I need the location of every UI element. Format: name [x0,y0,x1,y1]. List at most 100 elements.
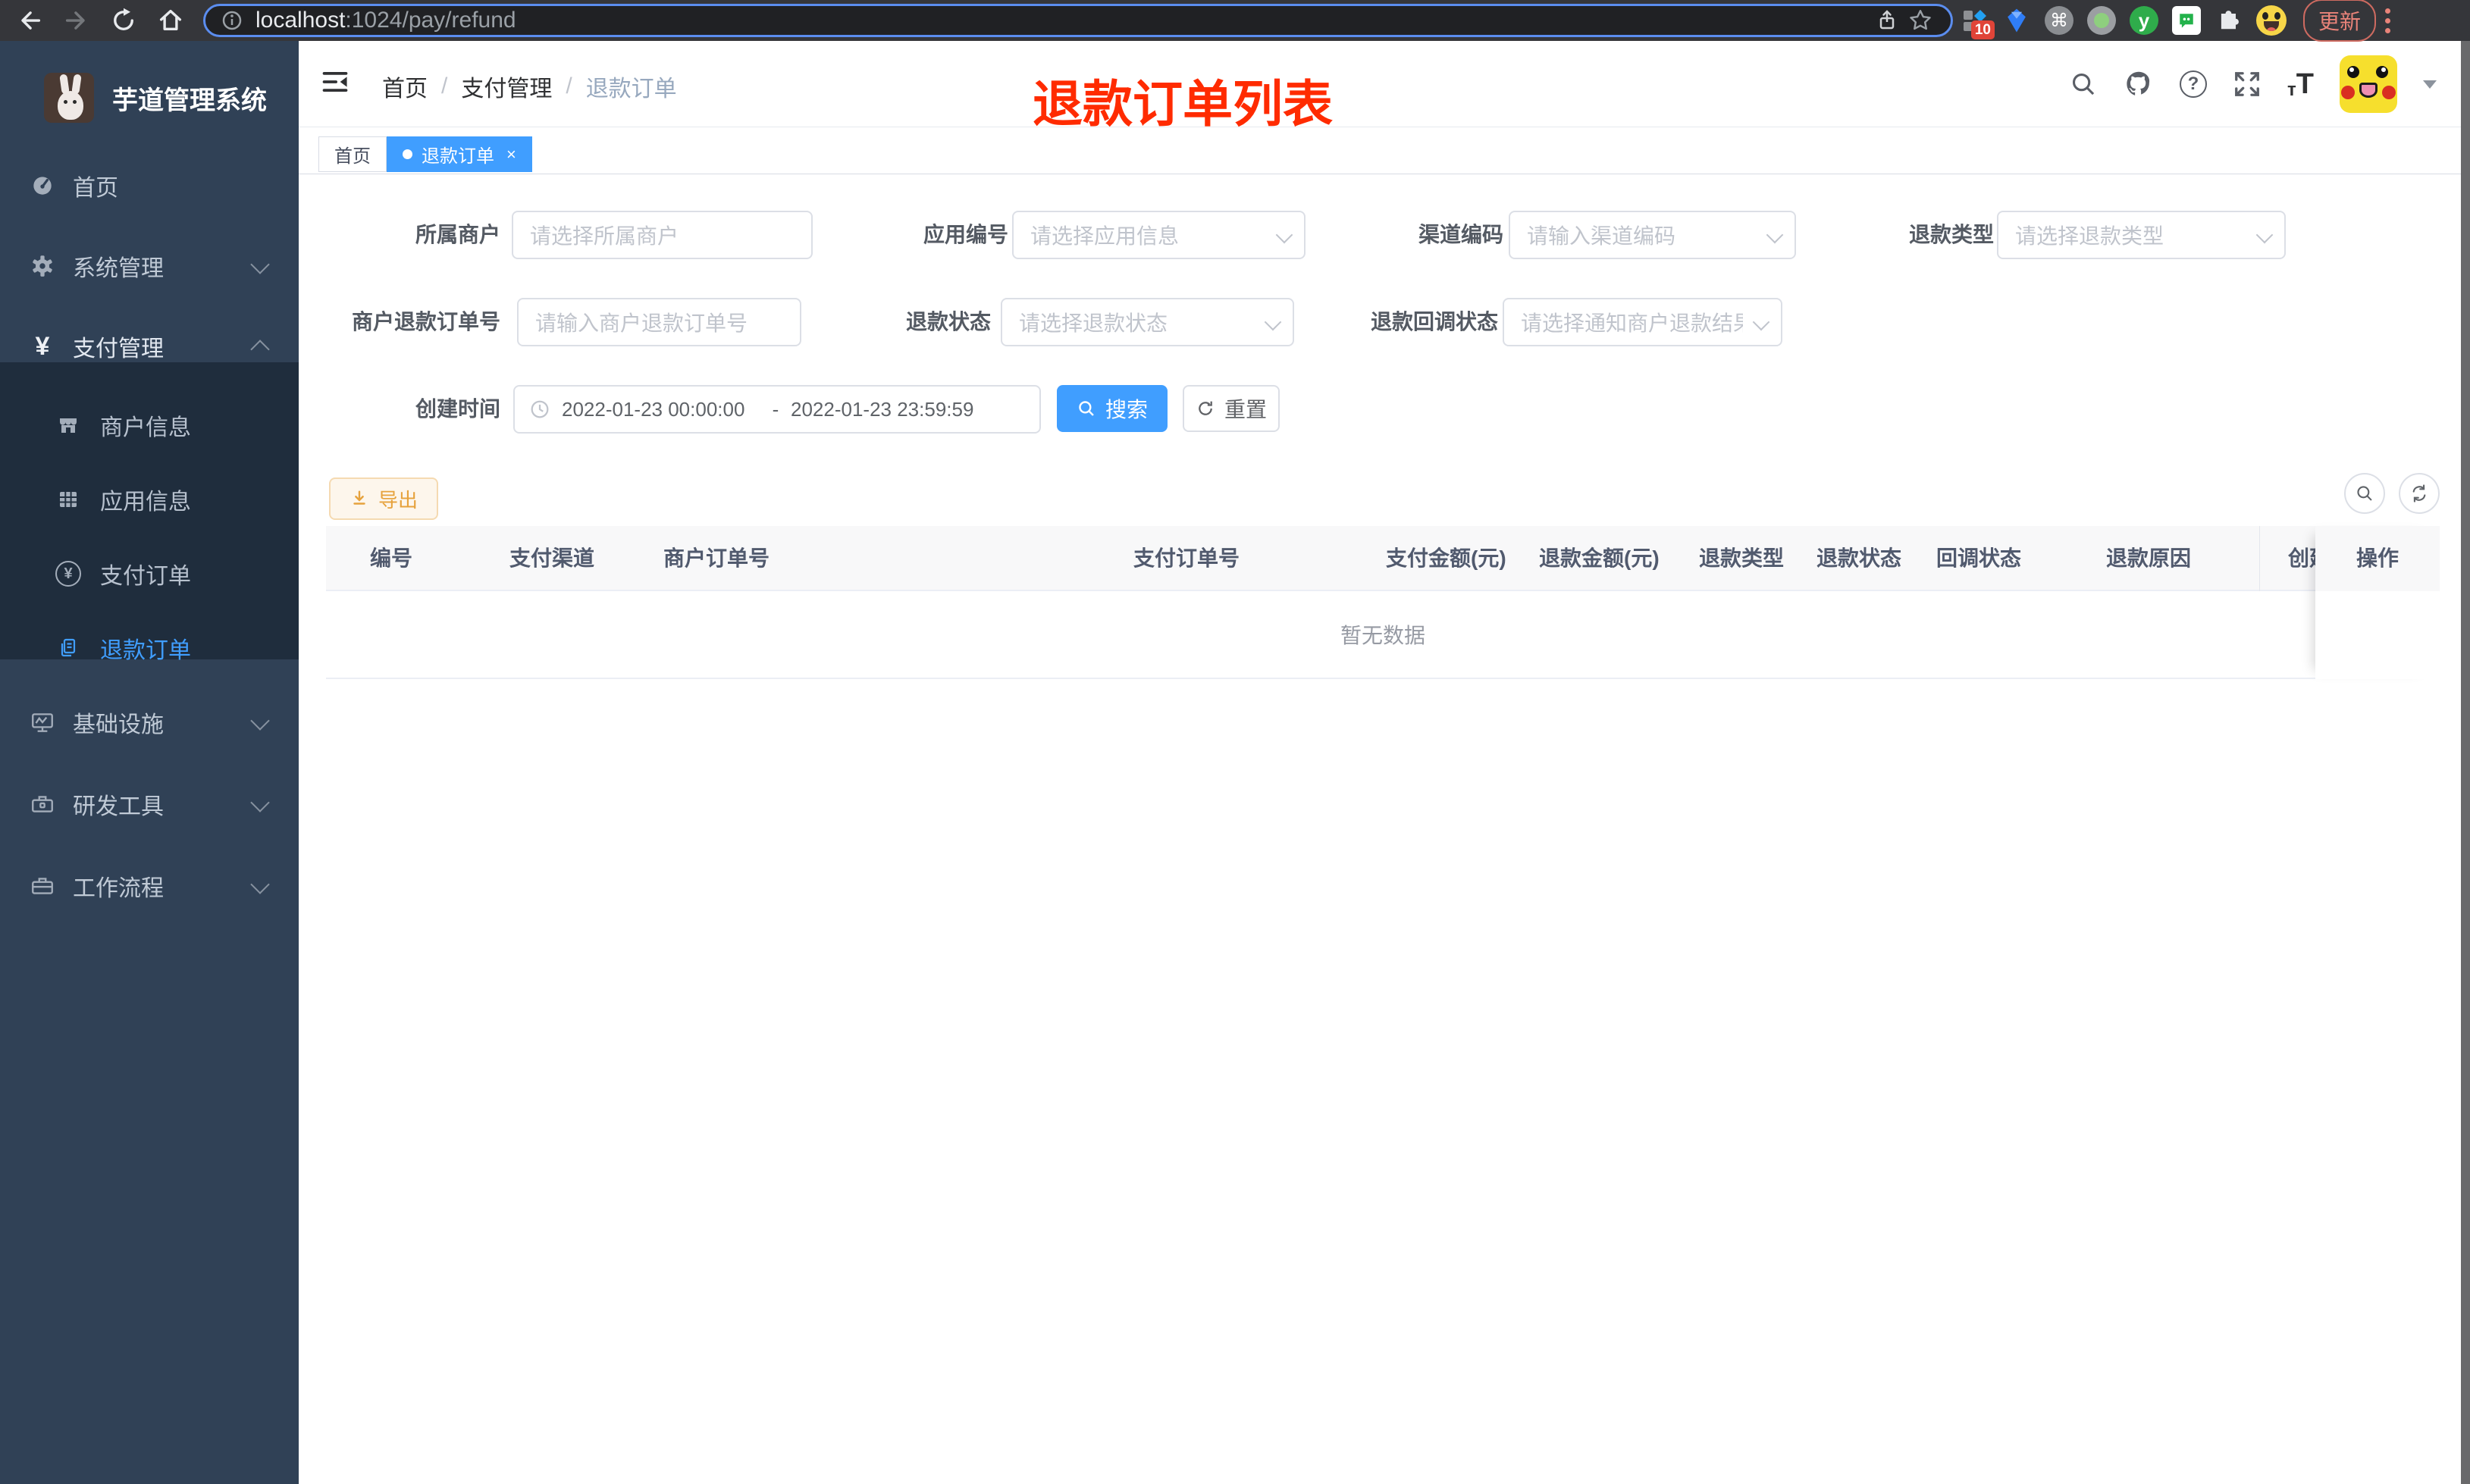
merchant-refund-no-input[interactable]: 请输入商户退款订单号 [517,298,801,346]
sidebar-item-refund-order[interactable]: 退款订单 [0,623,299,673]
sidebar-item-devtools[interactable]: 研发工具 [0,779,299,829]
sidebar-item-home[interactable]: 首页 [0,161,299,211]
date-end-value: 2022-01-23 23:59:59 [791,397,974,421]
filter-label-refund-status: 退款状态 [905,310,991,333]
browser-back-icon[interactable] [12,3,47,38]
column-header-refund-amount: 退款金额(元) [1539,546,1660,570]
app-select[interactable]: 请选择应用信息 [1012,211,1306,259]
breadcrumb-current: 退款订单 [585,77,677,102]
column-header-refund-reason: 退款原因 [2106,546,2192,570]
sidebar-item-system[interactable]: 系统管理 [0,241,299,291]
extensions-puzzle-icon[interactable] [2208,3,2250,38]
browser-home-icon[interactable] [153,3,188,38]
site-info-icon[interactable] [219,8,245,33]
sidebar-item-pay-order[interactable]: ¥ 支付订单 [0,549,299,599]
page-annotation: 退款订单列表 [1033,76,1333,132]
tab-refund-order[interactable]: 退款订单 × [387,136,532,172]
tab-close-icon[interactable]: × [506,146,516,163]
sidebar-item-label: 首页 [73,176,118,201]
avatar-caret-icon[interactable] [2423,80,2437,89]
app-title: 芋道管理系统 [112,86,267,115]
breadcrumb-home[interactable]: 首页 [382,70,428,103]
date-range-separator: - [772,397,779,421]
reset-button[interactable]: 重置 [1183,385,1280,432]
extension-gem-icon[interactable] [1995,3,2038,38]
download-icon [353,490,365,505]
github-icon[interactable] [2124,69,2154,99]
breadcrumb-separator: / [441,74,448,99]
browser-scrollbar[interactable] [2461,41,2470,1484]
toggle-search-button[interactable] [2344,473,2385,514]
notify-status-select[interactable]: 请选择通知商户退款结果 [1503,298,1782,346]
sidebar-item-label: 支付管理 [73,337,164,362]
filter-label-notify-status: 退款回调状态 [1370,310,1498,333]
sidebar-item-infra[interactable]: 基础设施 [0,697,299,747]
table-header: 编号 支付渠道 商户订单号 支付订单号 支付金额(元) 退款金额(元) 退款类型… [326,526,2440,679]
column-header-pay-amount: 支付金额(元) [1386,546,1506,570]
chevron-down-icon [250,875,270,894]
chevron-down-icon [250,711,270,731]
sidebar-item-label: 应用信息 [100,490,191,515]
merchant-refund-no-placeholder: 请输入商户退款订单号 [535,312,748,335]
extension-chat-icon[interactable] [2165,3,2208,38]
sidebar-item-workflow[interactable]: 工作流程 [0,861,299,911]
column-header-create-time: 创建时间 [2288,546,2315,570]
chevron-down-icon [1766,226,1784,244]
refresh-table-button[interactable] [2399,473,2440,514]
filter-label-merchant-refund-no: 商户退款订单号 [351,310,500,333]
top-navbar: 首页 / 支付管理 / 退款订单 退款订单列表 ? тT [299,41,2470,132]
chevron-up-icon [250,340,270,359]
export-button[interactable]: 导出 [329,477,438,520]
extension-emoji-icon[interactable] [2250,3,2293,38]
channel-select[interactable]: 请输入渠道编码 [1509,211,1796,259]
sidebar-item-app-info[interactable]: 应用信息 [0,474,299,524]
search-icon [2357,486,2372,501]
refresh-icon [1199,401,1212,415]
column-header-refund-type: 退款类型 [1699,546,1785,570]
empty-text: 暂无数据 [1340,624,1425,647]
create-time-range-picker[interactable]: 2022-01-23 00:00:00 - 2022-01-23 23:59:5… [513,385,1041,434]
browser-forward-icon[interactable] [59,3,94,38]
browser-reload-icon[interactable] [106,3,141,38]
filter-label-refund-type: 退款类型 [1908,223,1994,246]
extension-tab-manager-icon[interactable]: 10 [1953,3,1995,39]
filter-label-merchant: 所属商户 [415,223,500,246]
sidebar-fold-icon[interactable] [320,67,350,97]
column-header-refund-status: 退款状态 [1816,546,1902,570]
breadcrumb-pay[interactable]: 支付管理 [461,70,552,103]
tab-home[interactable]: 首页 [318,136,387,172]
refund-status-select[interactable]: 请选择退款状态 [1001,298,1294,346]
briefcase-icon [27,873,58,899]
table-empty-row: 暂无数据 [326,591,2440,679]
fullscreen-icon[interactable] [2233,70,2262,99]
extension-y-icon[interactable]: y [2123,3,2165,38]
browser-update-button[interactable]: 更新 [2303,0,2377,42]
tab-label: 首页 [334,146,371,167]
font-size-icon[interactable]: тT [2287,68,2314,101]
share-icon[interactable] [1870,5,1904,36]
url-bar[interactable]: localhost:1024/pay/refund [203,4,1953,37]
app-placeholder: 请选择应用信息 [1030,224,1180,248]
search-button[interactable]: 搜索 [1057,385,1168,432]
merchant-select[interactable]: 请选择所属商户 [512,211,813,259]
toolbox-icon [27,791,58,817]
help-icon[interactable]: ? [2180,70,2208,98]
shop-icon [53,413,83,437]
bookmark-star-icon[interactable] [1904,5,1937,36]
export-button-label: 导出 [378,488,418,512]
user-avatar[interactable] [2340,55,2397,113]
tags-view-bar: 首页 退款订单 × [299,127,2470,174]
browser-menu-icon[interactable] [2385,8,2391,33]
refund-type-select[interactable]: 请选择退款类型 [1997,211,2286,259]
column-header-pay-channel: 支付渠道 [509,546,595,570]
extension-command-icon[interactable]: ⌘ [2038,3,2080,38]
sidebar-item-merchant-info[interactable]: 商户信息 [0,400,299,450]
column-header-pay-order-no: 支付订单号 [1133,546,1240,570]
breadcrumb: 首页 / 支付管理 / 退款订单 [382,70,677,103]
app-logo-row[interactable]: 芋道管理系统 [0,56,299,139]
gear-icon [27,253,58,279]
chevron-down-icon [250,793,270,812]
search-icon[interactable] [2069,70,2098,99]
extension-recorder-icon[interactable] [2080,3,2123,38]
column-header-callback-status: 回调状态 [1936,546,2022,570]
